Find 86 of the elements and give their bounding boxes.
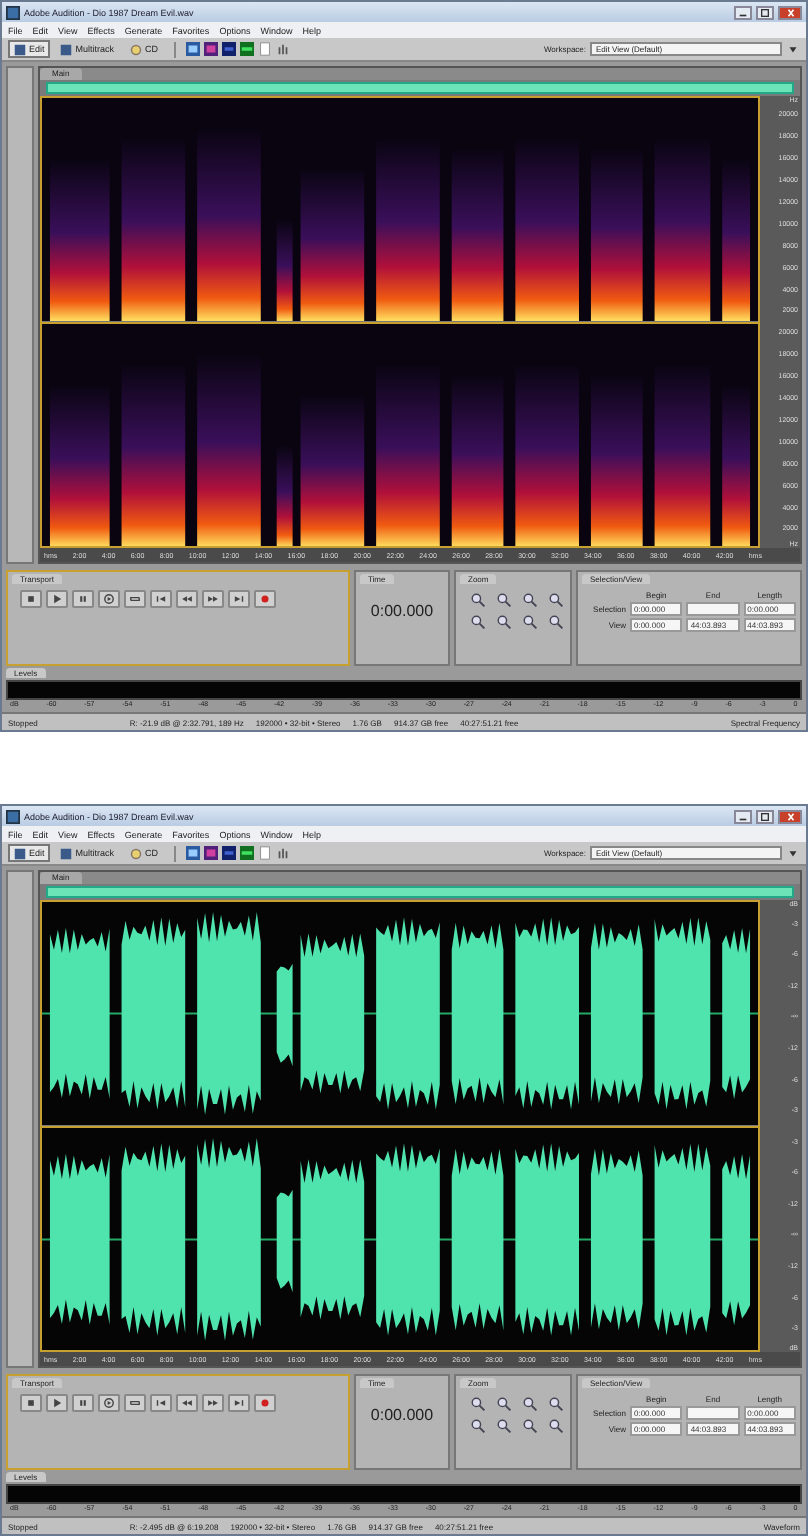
forward-icon (206, 592, 220, 606)
document-icon[interactable] (258, 42, 273, 56)
stop-button[interactable] (20, 1394, 42, 1412)
minimize-button[interactable] (734, 809, 752, 823)
time-display: 0:00.000 (370, 602, 434, 620)
pause-icon (76, 1396, 90, 1410)
zoom-button[interactable] (520, 590, 540, 608)
document-icon[interactable] (258, 846, 273, 860)
zoom-button[interactable] (546, 1394, 566, 1412)
caret-icon[interactable] (786, 42, 800, 56)
close-icon (783, 811, 797, 821)
close-button[interactable] (778, 809, 802, 823)
cursor-button[interactable] (98, 590, 120, 608)
rewind-icon (180, 1396, 194, 1410)
stop-button[interactable] (20, 590, 42, 608)
rewind-button[interactable] (176, 590, 198, 608)
view-icon[interactable] (222, 42, 237, 56)
view-icon[interactable] (240, 42, 255, 56)
cursor-icon (102, 592, 116, 606)
zoom-button[interactable] (546, 1416, 566, 1434)
play-button[interactable] (46, 1394, 68, 1412)
record-button[interactable] (254, 590, 276, 608)
caret-icon[interactable] (786, 846, 800, 860)
rewind-button[interactable] (176, 1394, 198, 1412)
close-icon (783, 7, 797, 17)
maximize-button[interactable] (756, 5, 774, 19)
end-icon (232, 1396, 246, 1410)
cursor-button[interactable] (98, 1394, 120, 1412)
pause-button[interactable] (72, 590, 94, 608)
zoom-button[interactable] (494, 590, 514, 608)
window-icon (60, 847, 73, 859)
zoom-button[interactable] (520, 612, 540, 630)
zoom-button[interactable] (520, 1394, 540, 1412)
loop-button[interactable] (124, 1394, 146, 1412)
cursor-icon (102, 1396, 116, 1410)
time-field[interactable] (686, 1406, 740, 1420)
rewind-icon (180, 592, 194, 606)
forward-button[interactable] (202, 590, 224, 608)
close-button[interactable] (778, 5, 802, 19)
maximize-icon (758, 811, 772, 821)
maximize-icon (758, 7, 772, 17)
start-button[interactable] (150, 590, 172, 608)
zoom-button[interactable] (468, 1416, 488, 1434)
zoom-button[interactable] (494, 612, 514, 630)
record-button[interactable] (254, 1394, 276, 1412)
zoom-button[interactable] (468, 612, 488, 630)
app-icon (6, 809, 20, 823)
end-button[interactable] (228, 1394, 250, 1412)
zoom-button[interactable] (494, 1394, 514, 1412)
end-icon (232, 592, 246, 606)
play-button[interactable] (46, 590, 68, 608)
forward-button[interactable] (202, 1394, 224, 1412)
forward-icon (206, 1396, 220, 1410)
pause-button[interactable] (72, 1394, 94, 1412)
loop-icon (128, 1396, 142, 1410)
stop-icon (24, 1396, 38, 1410)
disc-icon (130, 43, 143, 55)
zoom-button[interactable] (494, 1416, 514, 1434)
maximize-button[interactable] (756, 809, 774, 823)
play-icon (50, 592, 64, 606)
minimize-button[interactable] (734, 5, 752, 19)
start-icon (154, 1396, 168, 1410)
loop-button[interactable] (124, 590, 146, 608)
loop-icon (128, 592, 142, 606)
app-icon (6, 5, 20, 19)
zoom-button[interactable] (546, 612, 566, 630)
start-button[interactable] (150, 1394, 172, 1412)
record-icon (258, 1396, 272, 1410)
view-icon[interactable] (240, 846, 255, 860)
stop-icon (24, 592, 38, 606)
view-icon[interactable] (222, 846, 237, 860)
zoom-button[interactable] (468, 1394, 488, 1412)
record-icon (258, 592, 272, 606)
start-icon (154, 592, 168, 606)
disc-icon (130, 847, 143, 859)
play-icon (50, 1396, 64, 1410)
end-button[interactable] (228, 590, 250, 608)
window-icon (60, 43, 73, 55)
window-icon (14, 43, 26, 55)
time-field[interactable] (686, 602, 740, 616)
zoom-button[interactable] (468, 590, 488, 608)
time-display: 0:00.000 (370, 1406, 434, 1424)
window-icon (14, 847, 26, 859)
pause-icon (76, 592, 90, 606)
zoom-button[interactable] (520, 1416, 540, 1434)
zoom-button[interactable] (546, 590, 566, 608)
